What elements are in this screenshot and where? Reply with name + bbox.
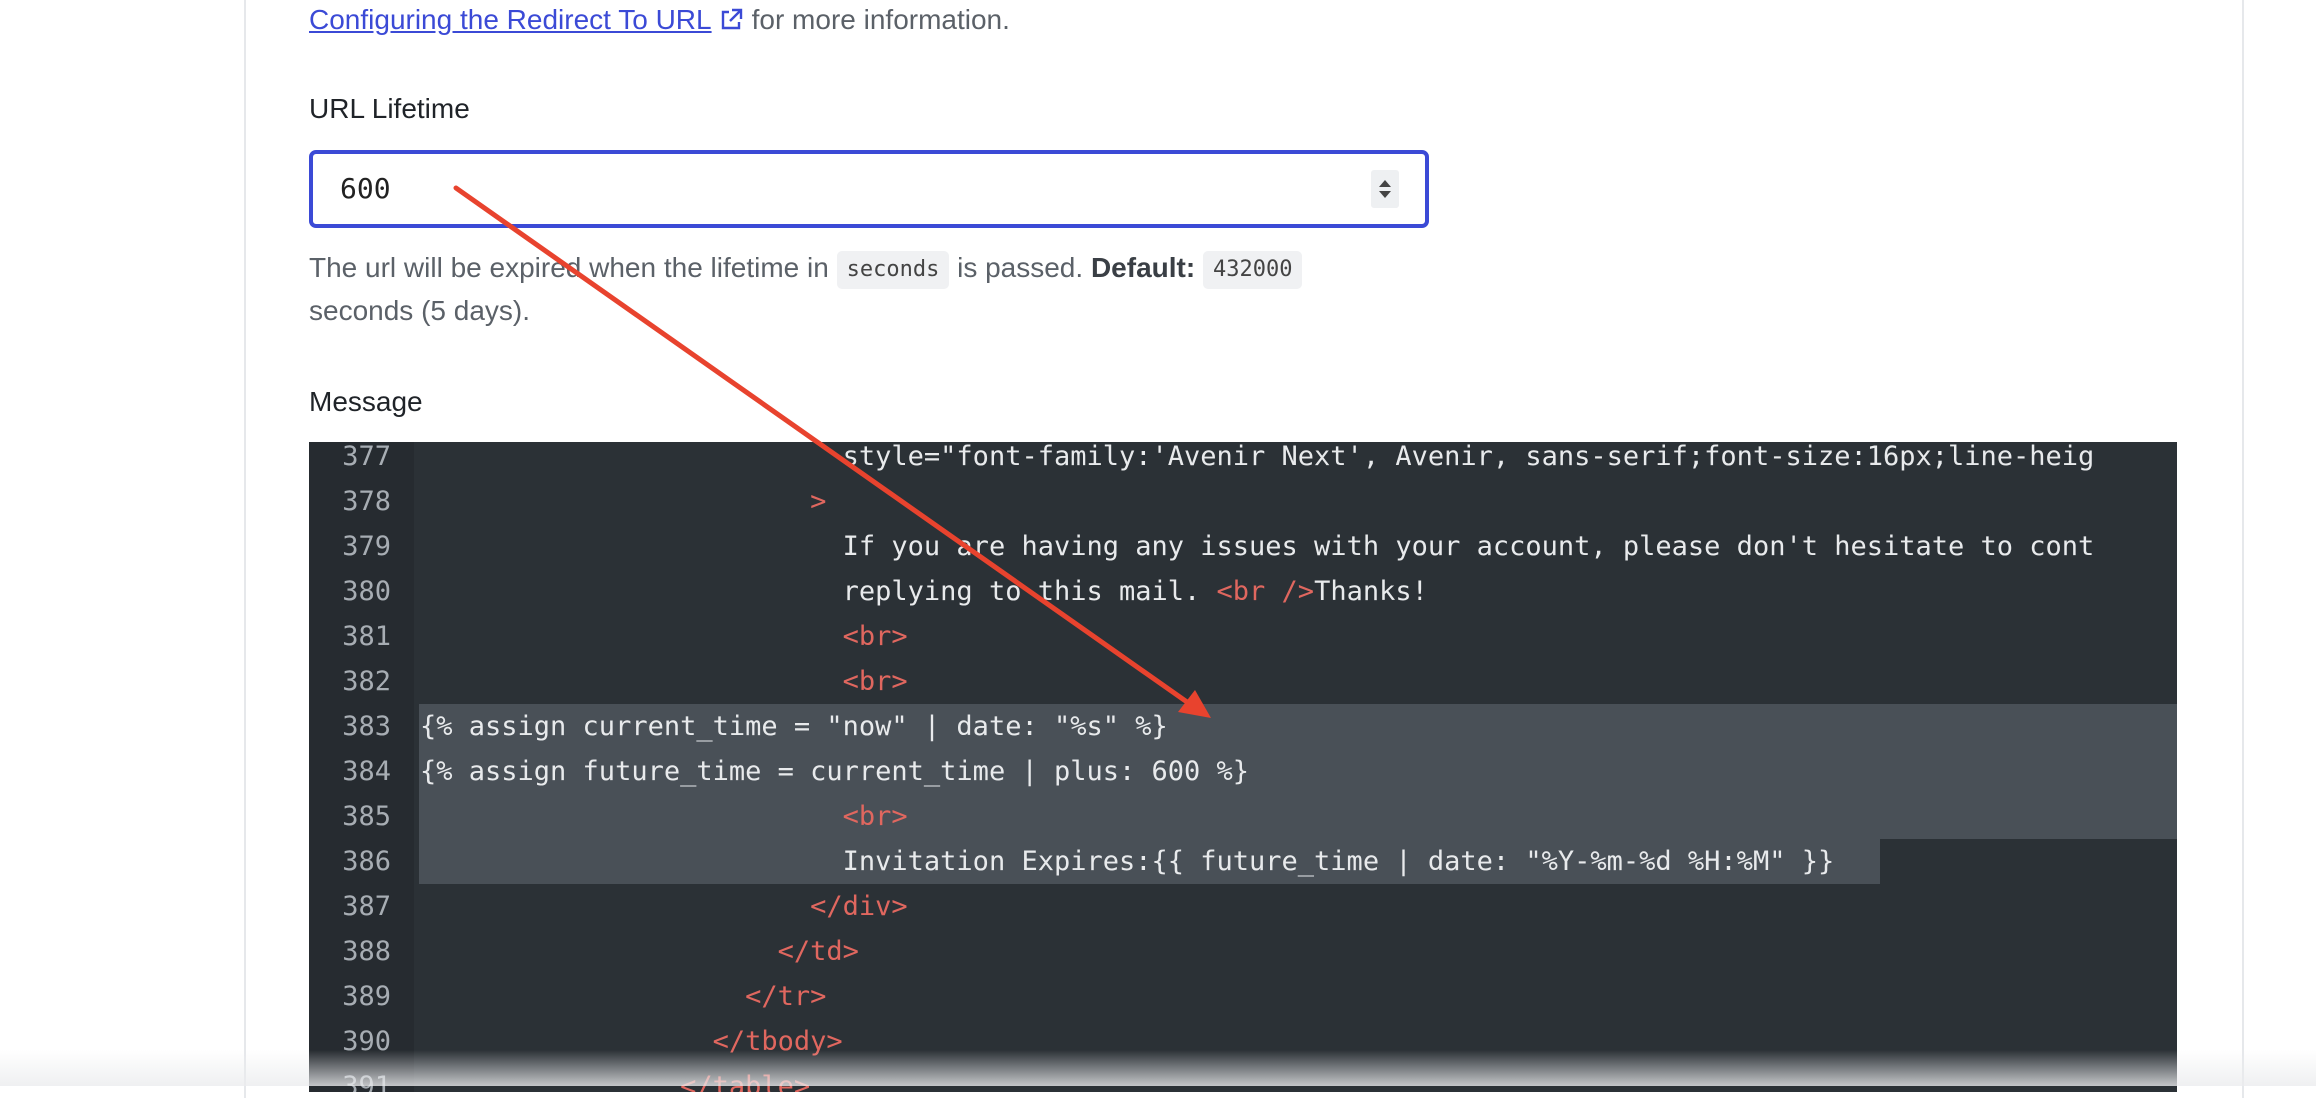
code-text: {% assign current_time = "now" | date: "… [420,704,1168,749]
html-tag-token: </div> [810,891,908,922]
code-line[interactable]: 384 {% assign future_time = current_time … [309,749,2177,794]
message-label: Message [309,386,423,417]
message-code-editor[interactable]: 377 style="font-family:'Avenir Next', Av… [309,442,2177,1092]
html-tag-token: > [810,486,827,517]
stepper-up-icon[interactable] [1379,180,1391,187]
line-number: 383 [342,711,391,742]
url-lifetime-value[interactable]: 600 [340,154,391,224]
code-text: > [420,479,826,524]
code-text: style="font-family:'Avenir Next', Avenir… [420,442,2095,479]
code-text: replying to this mail. <br />Thanks! [420,569,1428,614]
code-line[interactable]: 386 Invitation Expires:{{ future_time | … [309,839,2177,884]
code-text: If you are having any issues with your a… [420,524,2095,569]
html-tag-token: <br /> [1216,576,1315,607]
default-value-code: 432000 [1202,251,1303,289]
number-stepper[interactable] [1371,170,1399,208]
code-text: <br> [420,659,908,704]
line-number: 389 [342,981,391,1012]
help-part-3: seconds (5 days). [309,295,530,326]
code-text: </div> [420,884,908,929]
code-line[interactable]: 388 </td> [309,929,2177,974]
line-number: 381 [342,621,391,652]
code-line[interactable]: 383 {% assign current_time = "now" | date… [309,704,2177,749]
code-text: </td> [420,929,859,974]
html-tag-token: </tr> [745,981,827,1012]
seconds-code: seconds [836,251,950,289]
line-number: 388 [342,936,391,967]
help-part-1: The url will be expired when the lifetim… [309,252,829,283]
code-line[interactable]: 378 > [309,479,2177,524]
text-token: style="font-family:'Avenir Next', Avenir… [842,442,2095,472]
code-line[interactable]: 379 If you are having any issues with yo… [309,524,2177,569]
code-line[interactable]: 381 <br> [309,614,2177,659]
code-text: <br> [420,614,908,659]
help-part-2: is passed. [957,252,1084,283]
code-line[interactable]: 389 </tr> [309,974,2177,1019]
code-text: </tbody> [420,1019,843,1064]
html-tag-token: <br> [842,666,908,697]
code-line[interactable]: 390 </tbody> [309,1019,2177,1064]
html-tag-token: </table> [680,1071,811,1092]
code-line[interactable]: 382 <br> [309,659,2177,704]
code-text: {% assign future_time = current_time | p… [420,749,1249,794]
url-lifetime-help: The url will be expired when the lifetim… [309,246,1459,332]
text-token: Invitation Expires:{{ future_time | date… [842,846,1835,877]
code-line[interactable]: 385 <br> [309,794,2177,839]
line-number: 382 [342,666,391,697]
line-number: 380 [342,576,391,607]
text-token: {% assign current_time = "now" | date: "… [420,711,1168,742]
code-text: Invitation Expires:{{ future_time | date… [420,839,1835,884]
line-number: 387 [342,891,391,922]
line-number: 377 [342,442,391,472]
code-line[interactable]: 377 style="font-family:'Avenir Next', Av… [309,442,2177,479]
code-line[interactable]: 391 </table> [309,1064,2177,1092]
redirect-help-rest: for more information. [751,4,1010,35]
line-number: 384 [342,756,391,787]
line-number: 390 [342,1026,391,1057]
url-lifetime-label: URL Lifetime [309,93,470,124]
stepper-down-icon[interactable] [1379,191,1391,198]
line-number: 391 [342,1071,391,1092]
html-tag-token: </tbody> [712,1026,843,1057]
redirect-help-text: Configuring the Redirect To URL for more … [309,0,1010,40]
text-token: Thanks! [1314,576,1428,607]
code-text: <br> [420,794,908,839]
text-token: If you are having any issues with your a… [842,531,2095,562]
html-tag-token: <br> [842,621,908,652]
line-number: 386 [342,846,391,877]
code-text: </table> [420,1064,810,1092]
default-label: Default: [1090,252,1196,283]
code-line[interactable]: 387 </div> [309,884,2177,929]
text-token: {% assign future_time = current_time | p… [420,756,1250,787]
text-token: replying to this mail. [842,576,1217,607]
html-tag-token: <br> [842,801,908,832]
line-number: 379 [342,531,391,562]
external-link-icon [718,4,744,44]
redirect-docs-link[interactable]: Configuring the Redirect To URL [309,4,712,35]
code-text: </tr> [420,974,826,1019]
line-number: 385 [342,801,391,832]
html-tag-token: </td> [777,936,859,967]
url-lifetime-input[interactable]: 600 [309,150,1429,228]
code-line[interactable]: 380 replying to this mail. <br />Thanks! [309,569,2177,614]
line-number: 378 [342,486,391,517]
